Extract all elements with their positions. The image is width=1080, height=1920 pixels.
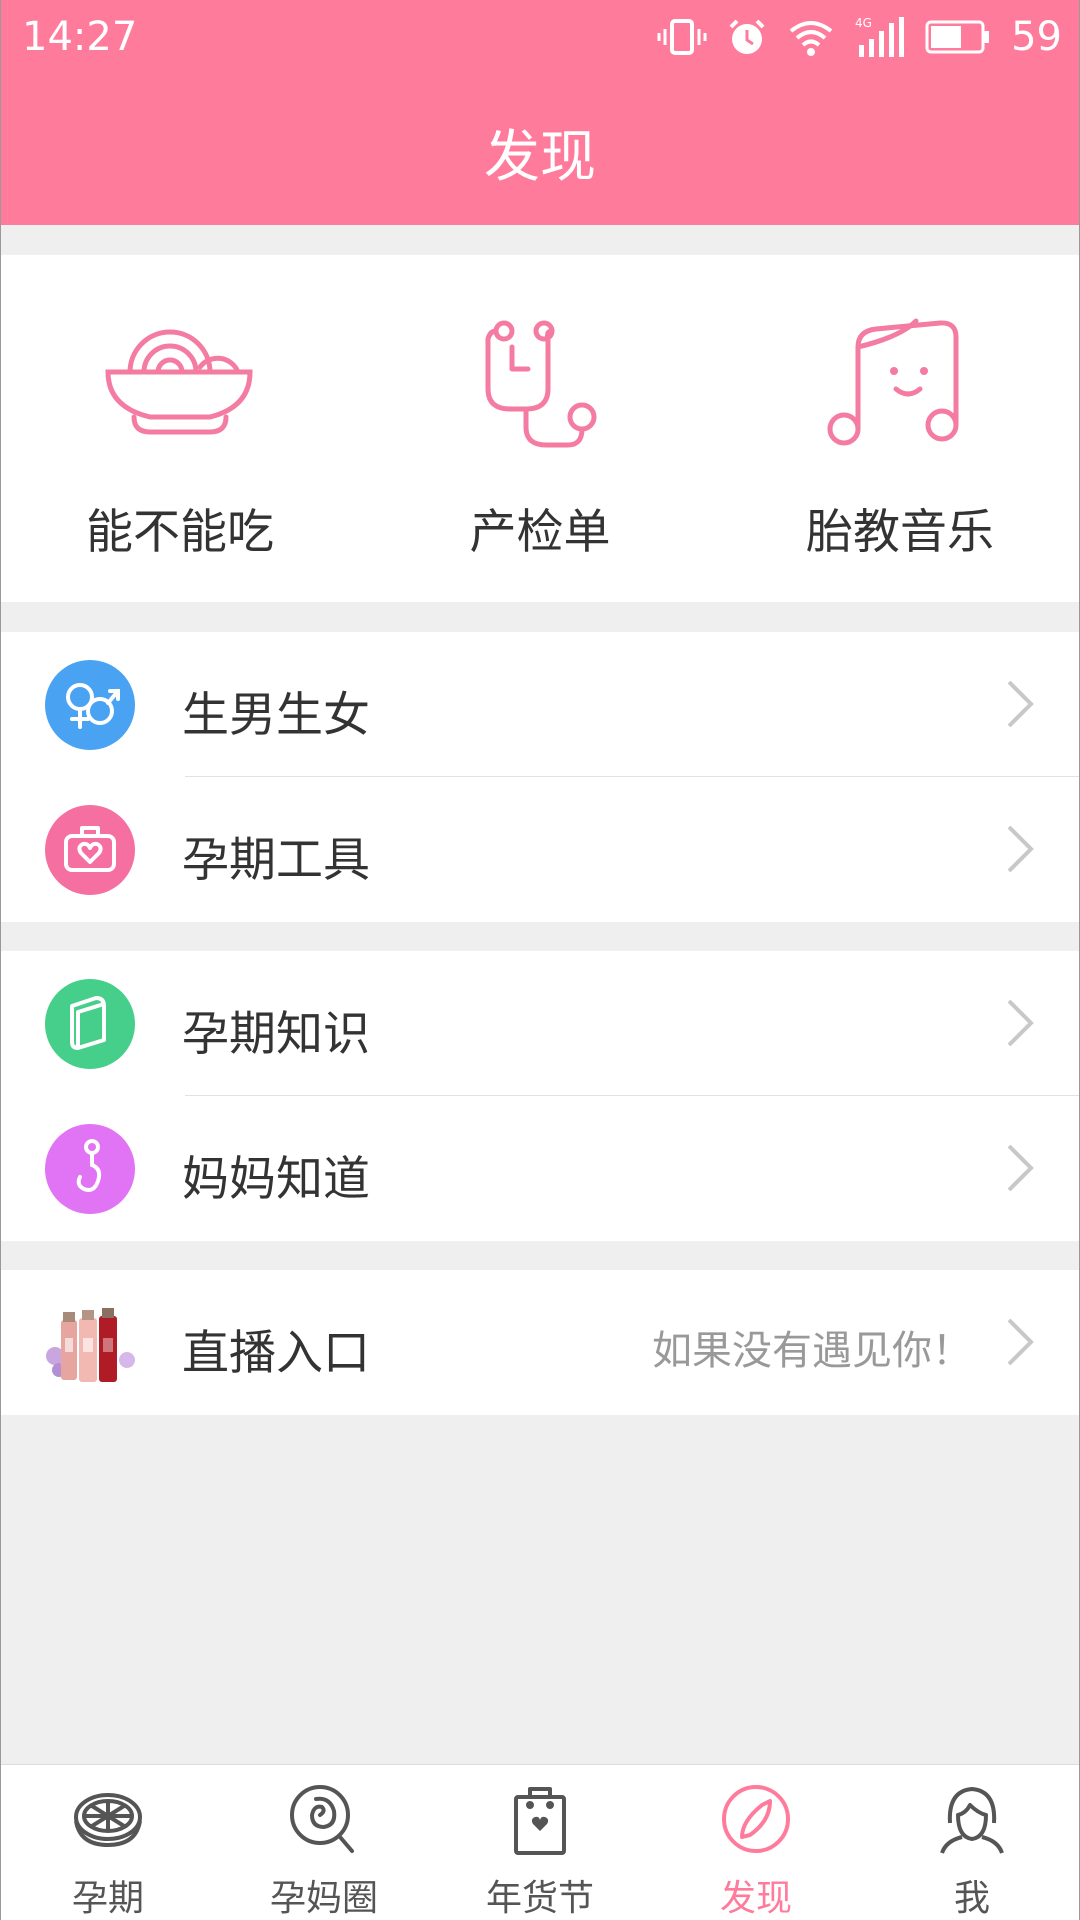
toolkit-icon [45,805,135,895]
nav-tab-circle[interactable]: 孕妈圈 [216,1765,432,1920]
nav-label: 发现 [719,1878,792,1919]
book-icon [45,979,135,1069]
page-title: 发现 [484,125,596,190]
feature-grid: 能不能吃 产检单 胎教音乐 [0,255,1080,602]
list-item-label: 生男生女 [182,688,370,743]
grid-item-can-eat[interactable]: 能不能吃 [0,255,360,602]
nav-label: 孕期 [71,1878,144,1919]
list-item-live[interactable]: 直播入口 如果没有遇见你！ [0,1270,1080,1415]
shopping-bag-icon [514,1787,566,1855]
list-section-1: 生男生女 孕期工具 [0,632,1080,922]
grid-item-music[interactable]: 胎教音乐 [720,255,1080,602]
nav-label: 我 [953,1878,990,1919]
grid-label: 能不能吃 [86,505,274,560]
list-item-knowledge[interactable]: 孕期知识 [0,951,1080,1096]
fruit-slice-icon [74,1793,142,1848]
nav-tab-me[interactable]: 我 [864,1765,1080,1920]
list-section-2: 孕期知识 妈妈知道 [0,951,1080,1241]
nav-tab-festival[interactable]: 年货节 [432,1765,648,1920]
list-item-label: 直播入口 [182,1326,370,1381]
lollipop-icon [290,1785,354,1853]
chevron-right-icon [1007,1318,1034,1366]
nav-label: 孕妈圈 [269,1878,378,1919]
list-item-tools[interactable]: 孕期工具 [0,777,1080,922]
music-note-icon [827,318,959,446]
battery-level: 59 [1011,14,1062,60]
compass-icon [722,1785,790,1853]
chevron-right-icon [1007,1144,1034,1192]
alarm-icon [729,19,765,54]
status-time: 14:27 [22,14,138,60]
nav-tab-pregnancy[interactable]: 孕期 [0,1765,216,1920]
profile-icon [940,1787,1004,1854]
list-item-label: 妈妈知道 [182,1152,370,1207]
signal-4g-icon: 4G [855,16,905,57]
chevron-right-icon [1007,680,1034,728]
grid-label: 胎教音乐 [806,505,994,560]
chevron-right-icon [1007,825,1034,873]
wifi-icon [789,21,833,56]
status-bar: 14:27 4G 59 [0,0,1080,76]
list-item-mom-know[interactable]: 妈妈知道 [0,1096,1080,1241]
list-item-label: 孕期工具 [182,833,370,888]
status-icons: 4G 59 [657,12,1062,62]
nav-tab-discover[interactable]: 发现 [648,1765,864,1920]
question-icon [45,1124,135,1214]
gender-icon [45,660,135,750]
list-item-gender[interactable]: 生男生女 [0,632,1080,777]
list-item-label: 孕期知识 [182,1007,370,1062]
grid-label: 产检单 [469,505,611,560]
battery-icon [925,20,990,54]
grid-item-checkup[interactable]: 产检单 [360,255,720,602]
vibrate-icon [657,19,707,55]
bottom-nav: 孕期 孕妈圈 年货节 发现 我 [0,1764,1080,1920]
svg-text:4G: 4G [855,16,872,30]
header-bar: 14:27 4G 59 发现 [0,0,1080,225]
frame-border [0,0,1,1920]
cosmetics-thumbnail [45,1298,135,1388]
live-subtitle: 如果没有遇见你！ [652,1328,972,1374]
noodle-bowl-icon [105,329,253,435]
nav-label: 年货节 [485,1878,594,1919]
list-section-3: 直播入口 如果没有遇见你！ [0,1270,1080,1415]
stethoscope-icon [485,320,597,448]
chevron-right-icon [1007,999,1034,1047]
